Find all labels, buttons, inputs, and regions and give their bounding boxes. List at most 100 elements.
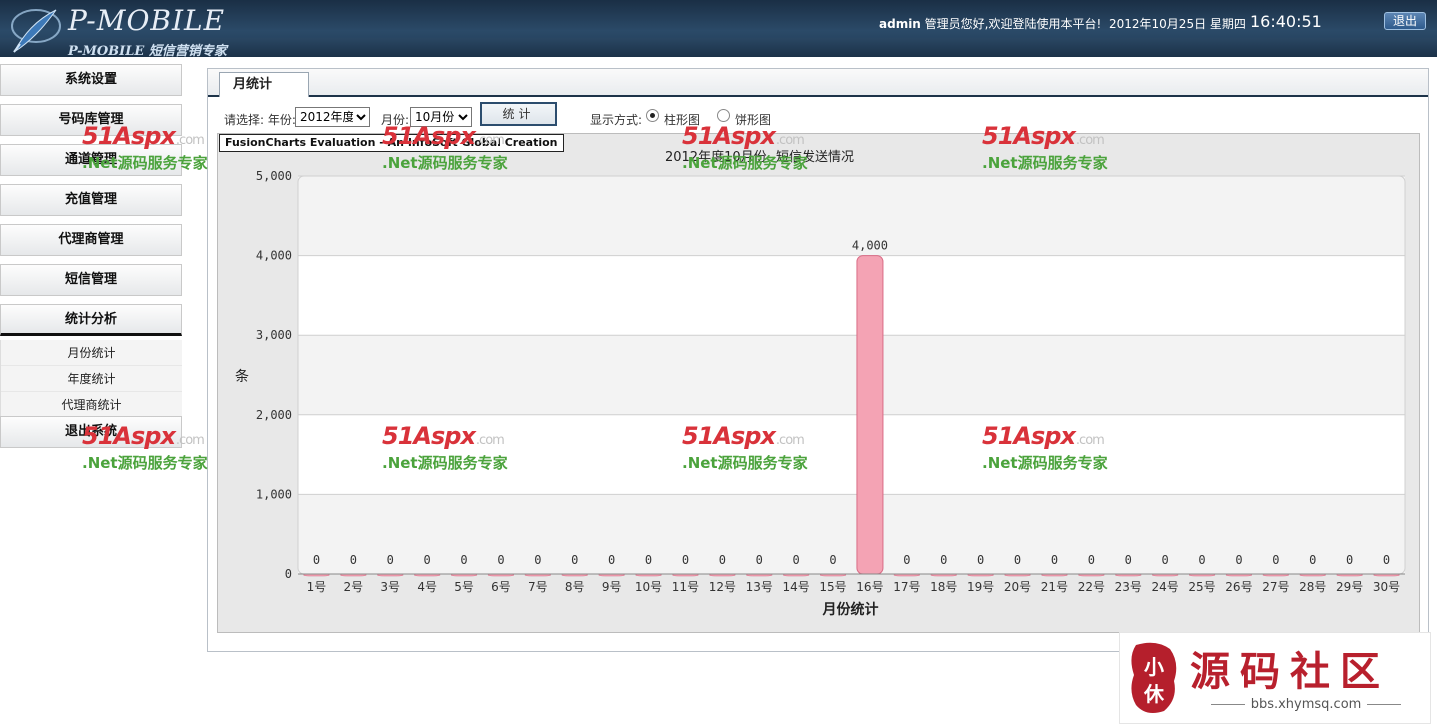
x-tick-label: 16号	[856, 580, 883, 594]
y-tick-label: 1,000	[256, 487, 292, 501]
bar-value-label: 0	[497, 553, 504, 567]
y-tick-label: 0	[285, 567, 292, 581]
tab-monthly-stats[interactable]: 月统计	[219, 72, 309, 97]
x-tick-label: 15号	[819, 580, 846, 594]
bar-value-label: 0	[1346, 553, 1353, 567]
current-date: 2012年10月25日 星期四	[1109, 17, 1246, 31]
bar-value-label: 0	[719, 553, 726, 567]
x-tick-label: 7号	[528, 580, 548, 594]
sidebar-item-recharge[interactable]: 充值管理	[0, 184, 182, 216]
submenu-item-yearly[interactable]: 年度统计	[1, 366, 182, 392]
bar-value-label: 0	[1051, 553, 1058, 567]
bar-value-label: 0	[793, 553, 800, 567]
x-tick-label: 8号	[565, 580, 585, 594]
x-tick-label: 22号	[1078, 580, 1105, 594]
bar-value-label: 0	[387, 553, 394, 567]
bar-value-label: 0	[1309, 553, 1316, 567]
badge-url: bbs.xhymsq.com	[1190, 697, 1422, 712]
x-tick-label: 9号	[602, 580, 622, 594]
y-tick-label: 4,000	[256, 249, 292, 263]
year-select[interactable]: 2012年度	[295, 107, 370, 127]
filter-bar: 请选择: 年份: 2012年度 月份: 10月份 统计 显示方式: 柱形图 饼形…	[224, 102, 1424, 129]
bar-chart-radio[interactable]	[646, 109, 659, 122]
watermark-tagline: .Net源码服务专家	[82, 454, 208, 472]
x-tick-label: 2号	[344, 580, 364, 594]
bar-value-label: 0	[1125, 553, 1132, 567]
logo-subtitle: P-MOBILE 短信营销专家	[68, 44, 227, 59]
x-tick-label: 30号	[1373, 580, 1400, 594]
x-tick-label: 14号	[783, 580, 810, 594]
app-header: P-MOBILE P-MOBILE 短信营销专家 admin 管理员您好,欢迎登…	[0, 0, 1437, 59]
month-select[interactable]: 10月份	[410, 107, 472, 127]
main-panel: 月统计 请选择: 年份: 2012年度 月份: 10月份 统计 显示方式: 柱形…	[207, 68, 1429, 652]
y-tick-label: 5,000	[256, 169, 292, 183]
x-tick-label: 25号	[1188, 580, 1215, 594]
x-tick-label: 17号	[893, 580, 920, 594]
pie-chart-option-label: 饼形图	[735, 113, 772, 127]
stat-button[interactable]: 统计	[480, 102, 557, 126]
bar-value-label: 0	[682, 553, 689, 567]
bar-value-label: 0	[1383, 553, 1390, 567]
svg-text:小: 小	[1144, 655, 1164, 679]
bar-value-label: 0	[1162, 553, 1169, 567]
welcome-text: 管理员您好,欢迎登陆使用本平台!	[920, 17, 1102, 31]
tab-bar: 月统计	[208, 69, 1428, 97]
filter-prompt: 请选择: 年份:	[224, 113, 296, 127]
bar-value-label: 0	[608, 553, 615, 567]
bar-value-label: 0	[1235, 553, 1242, 567]
bar	[856, 255, 884, 575]
bar-value-label: 0	[460, 553, 467, 567]
plot-band	[298, 255, 1405, 336]
sidebar-item-sms[interactable]: 短信管理	[0, 264, 182, 296]
bar-value-label: 0	[571, 553, 578, 567]
bar-value-label: 0	[645, 553, 652, 567]
x-tick-label: 4号	[417, 580, 437, 594]
bar-value-label: 0	[756, 553, 763, 567]
sidebar-item-exit[interactable]: 退出系统	[0, 416, 182, 448]
x-tick-label: 23号	[1115, 580, 1142, 594]
submenu-item-monthly[interactable]: 月份统计	[1, 340, 182, 366]
bar-value-label: 4,000	[852, 239, 888, 253]
logout-button[interactable]: 退出	[1384, 12, 1426, 30]
x-tick-label: 20号	[1004, 580, 1031, 594]
sidebar-item-agents[interactable]: 代理商管理	[0, 224, 182, 256]
chart-title: 2012年度10月份--短信发送情况	[665, 149, 854, 165]
x-tick-label: 11号	[672, 580, 699, 594]
quill-logo-icon	[11, 9, 61, 53]
x-tick-label: 28号	[1299, 580, 1326, 594]
bar-chart-option-label: 柱形图	[664, 113, 701, 127]
pie-chart-radio[interactable]	[717, 109, 730, 122]
plot-band	[298, 335, 1405, 415]
sidebar-item-statistics[interactable]: 统计分析	[0, 304, 182, 336]
badge-title: 源码社区	[1190, 649, 1390, 695]
current-time: 16:40:51	[1250, 12, 1322, 31]
evaluation-banner: FusionCharts Evaluation - An InfoSoft Gl…	[219, 134, 564, 152]
y-tick-label: 3,000	[256, 328, 292, 342]
sidebar-item-system-settings[interactable]: 系统设置	[0, 64, 182, 96]
seal-logo-icon: 小 休	[1131, 642, 1177, 713]
bar-value-label: 0	[424, 553, 431, 567]
x-tick-label: 3号	[380, 580, 400, 594]
submenu-item-agent-stats[interactable]: 代理商统计	[1, 392, 182, 418]
community-badge: 小 休 源码社区 bbs.xhymsq.com	[1119, 632, 1431, 724]
bar-value-label: 0	[534, 553, 541, 567]
logo-title: P-MOBILE	[68, 4, 226, 37]
x-tick-label: 10号	[635, 580, 662, 594]
sidebar-item-number-library[interactable]: 号码库管理	[0, 104, 182, 136]
display-mode-label: 显示方式:	[590, 113, 643, 127]
x-tick-label: 24号	[1152, 580, 1179, 594]
x-tick-label: 5号	[454, 580, 474, 594]
y-axis-label: 条	[235, 368, 249, 385]
bar-chart: 0 1,000 2,000 3,000 4,000 5,000 2012年度10月份--短信…	[235, 149, 1406, 618]
username: admin	[879, 17, 921, 31]
x-tick-label: 27号	[1262, 580, 1289, 594]
x-tick-label: 6号	[491, 580, 511, 594]
bar-value-label: 0	[1272, 553, 1279, 567]
x-axis-label: 月份统计	[822, 601, 879, 618]
x-tick-label: 26号	[1225, 580, 1252, 594]
sidebar-item-channel[interactable]: 通道管理	[0, 144, 182, 176]
svg-text:休: 休	[1143, 682, 1165, 706]
bar-value-label: 0	[1198, 553, 1205, 567]
x-tick-label: 21号	[1041, 580, 1068, 594]
bar-value-label: 0	[940, 553, 947, 567]
